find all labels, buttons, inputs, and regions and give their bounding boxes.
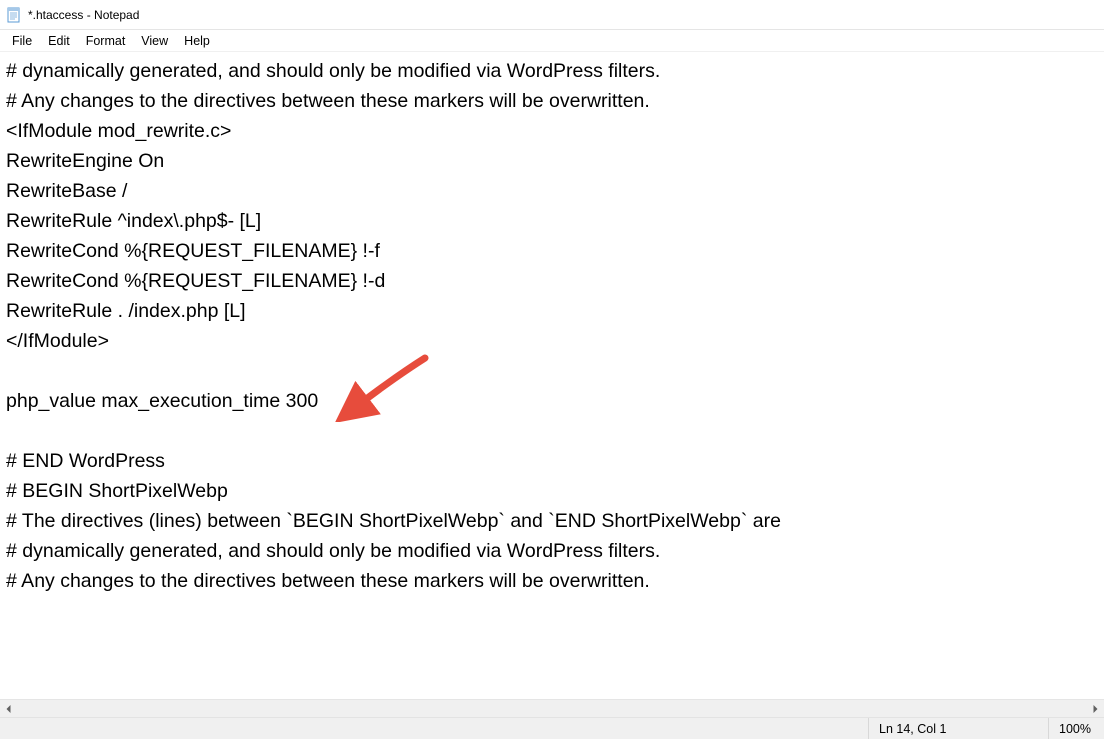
window-title: *.htaccess - Notepad [28, 8, 139, 22]
menu-help[interactable]: Help [176, 32, 218, 50]
menu-file[interactable]: File [4, 32, 40, 50]
editor-area[interactable]: # dynamically generated, and should only… [0, 52, 1104, 699]
menu-edit[interactable]: Edit [40, 32, 78, 50]
status-zoom: 100% [1048, 718, 1104, 739]
horizontal-scrollbar[interactable] [0, 699, 1104, 717]
editor-text[interactable]: # dynamically generated, and should only… [0, 52, 1104, 600]
menu-view[interactable]: View [133, 32, 176, 50]
statusbar: Ln 14, Col 1 100% [0, 717, 1104, 739]
titlebar: *.htaccess - Notepad [0, 0, 1104, 30]
menubar: File Edit Format View Help [0, 30, 1104, 52]
scroll-left-icon[interactable] [0, 700, 18, 718]
scroll-right-icon[interactable] [1086, 700, 1104, 718]
notepad-icon [6, 7, 22, 23]
status-position: Ln 14, Col 1 [868, 718, 1048, 739]
menu-format[interactable]: Format [78, 32, 134, 50]
